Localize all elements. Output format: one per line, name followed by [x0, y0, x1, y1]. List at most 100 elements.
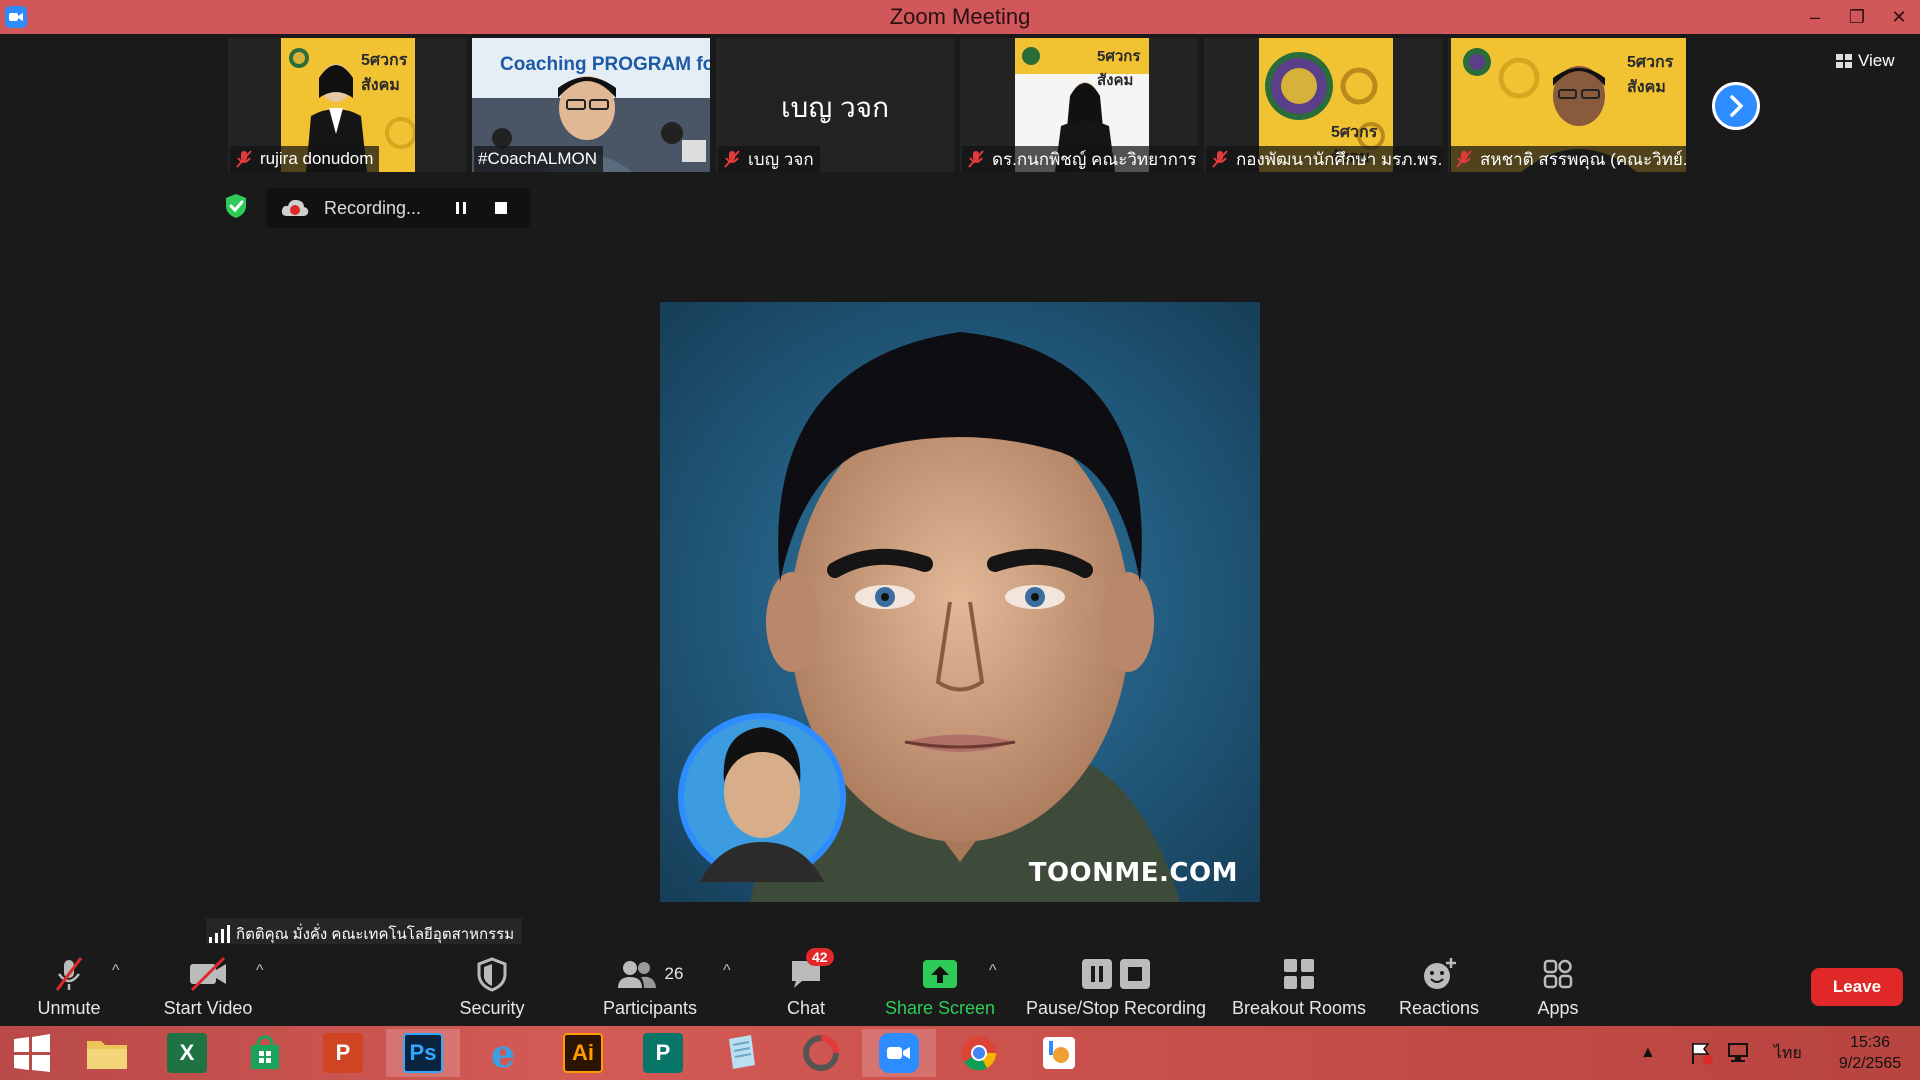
- taskbar-publisher[interactable]: P: [626, 1029, 700, 1077]
- chevron-right-icon: [1730, 95, 1744, 117]
- taskbar-chrome[interactable]: [942, 1029, 1016, 1077]
- video-options-caret[interactable]: ^: [256, 962, 264, 980]
- participant-name: เบญ วจก: [748, 149, 814, 169]
- participant-name: #CoachALMON: [478, 149, 598, 168]
- windows-logo-icon: [14, 1034, 50, 1072]
- chat-button[interactable]: 42 Chat: [731, 948, 881, 1019]
- participant-tile-ben[interactable]: เบญ วจก เบญ วจก: [716, 38, 954, 172]
- participants-label: Participants: [602, 998, 698, 1018]
- breakout-rooms-label: Breakout Rooms: [1231, 998, 1367, 1018]
- muted-mic-icon: [968, 150, 984, 168]
- start-video-label: Start Video: [163, 998, 253, 1018]
- apps-icon: [1543, 959, 1573, 989]
- signal-bars-icon: [209, 925, 230, 943]
- poster-text: Coaching PROGRAM for: [500, 54, 710, 75]
- close-button[interactable]: ✕: [1878, 0, 1920, 34]
- stop-recording-button[interactable]: [486, 193, 516, 223]
- system-tray: ▲ ไทย: [1640, 1026, 1802, 1080]
- internet-explorer-icon: e: [490, 1030, 516, 1076]
- zoom-icon: [879, 1033, 919, 1073]
- title-bar: Zoom Meeting – ❐ ✕: [0, 0, 1920, 34]
- window-title: Zoom Meeting: [889, 4, 1031, 29]
- share-options-caret[interactable]: ^: [989, 962, 997, 980]
- participant-tile-coachalmon[interactable]: Coaching PROGRAM for #CoachALMON: [472, 38, 710, 172]
- illustrator-icon: Ai: [563, 1033, 603, 1073]
- pause-recording-button[interactable]: [446, 193, 476, 223]
- participant-name: rujira donudom: [260, 149, 374, 168]
- action-center-flag-icon[interactable]: [1688, 1040, 1714, 1066]
- participant-tile-student-affairs[interactable]: 5ศวกร สังคม กองพัฒนานักศึกษา มรภ.พร...: [1204, 38, 1442, 172]
- participant-name: กองพัฒนานักศึกษา มรภ.พร...: [1236, 149, 1442, 169]
- muted-mic-icon: [724, 150, 740, 168]
- taskbar-powerpoint[interactable]: P: [306, 1029, 380, 1077]
- taskbar-notepad[interactable]: [704, 1029, 778, 1077]
- participant-name-bar: เบญ วจก: [718, 146, 820, 172]
- video-off-icon: [190, 956, 226, 992]
- security-button[interactable]: Security: [417, 954, 567, 1019]
- taskbar-internet-explorer[interactable]: e: [466, 1029, 540, 1077]
- taskbar-file-explorer[interactable]: [70, 1029, 144, 1077]
- notepad-icon: [729, 1035, 755, 1069]
- muted-mic-icon: [1212, 150, 1228, 168]
- excel-icon: X: [167, 1033, 207, 1073]
- recording-indicator: Recording...: [266, 188, 530, 228]
- folder-icon: [87, 1041, 127, 1069]
- reactions-label: Reactions: [1398, 998, 1480, 1018]
- poster-text: 5ศวกร สังคม: [1097, 48, 1141, 89]
- view-button[interactable]: View: [1826, 46, 1905, 76]
- breakout-rooms-button[interactable]: Breakout Rooms: [1224, 954, 1374, 1019]
- taskbar-photoscape[interactable]: [784, 1029, 858, 1077]
- muted-mic-icon: [55, 957, 83, 991]
- pause-stop-icon: [1082, 959, 1150, 989]
- participant-tile-kanokpitch[interactable]: 5ศวกร สังคม ดร.กนกพิชญ์ คณะวิทยาการ...: [960, 38, 1198, 172]
- photoscape-icon: [803, 1035, 839, 1071]
- show-hidden-icons-caret[interactable]: ▲: [1640, 1044, 1656, 1062]
- participants-count: 26: [664, 964, 684, 983]
- taskbar-zoom[interactable]: [862, 1029, 936, 1077]
- powerpoint-icon: P: [323, 1033, 363, 1073]
- muted-mic-icon: [1456, 150, 1472, 168]
- network-icon[interactable]: [1726, 1040, 1752, 1066]
- muted-mic-icon: [236, 150, 252, 168]
- taskbar-paint[interactable]: [1022, 1029, 1096, 1077]
- clock-time: 15:36: [1849, 1034, 1891, 1051]
- encryption-shield-icon[interactable]: [222, 192, 250, 220]
- participant-tile-rujira[interactable]: 5ศวกร สังคม rujira donudom: [228, 38, 466, 172]
- participants-options-caret[interactable]: ^: [723, 962, 731, 980]
- pause-icon: [456, 202, 466, 214]
- participant-name: สหชาติ สรรพคุณ (คณะวิทย์...: [1480, 149, 1686, 169]
- next-page-button[interactable]: [1712, 82, 1760, 130]
- audio-options-caret[interactable]: ^: [112, 962, 120, 980]
- grid-view-icon: [1836, 54, 1852, 68]
- participant-name-bar: กองพัฒนานักศึกษา มรภ.พร...: [1206, 146, 1442, 172]
- participant-name-bar: สหชาติ สรรพคุณ (คณะวิทย์...: [1450, 146, 1686, 172]
- cartoon-portrait: [660, 302, 1260, 902]
- taskbar-illustrator[interactable]: Ai: [546, 1029, 620, 1077]
- share-screen-icon: [923, 960, 957, 988]
- taskbar-excel[interactable]: X: [150, 1029, 224, 1077]
- taskbar-store[interactable]: [228, 1029, 302, 1077]
- taskbar-clock[interactable]: 15:36 9/2/2565: [1820, 1032, 1920, 1074]
- start-button[interactable]: [0, 1029, 64, 1077]
- apps-button[interactable]: Apps: [1483, 954, 1633, 1019]
- meeting-area: 5ศวกร สังคม rujira donudom Coaching PROG…: [0, 34, 1920, 1026]
- pause-stop-recording-button[interactable]: Pause/Stop Recording: [1026, 954, 1206, 1019]
- participant-tile-sahachat[interactable]: 5ศวกร สังคม สหชาติ สรรพคุณ (คณะวิทย์...: [1448, 38, 1686, 172]
- photoshop-icon: Ps: [403, 1033, 443, 1073]
- stop-icon: [495, 202, 507, 214]
- unmute-button[interactable]: Unmute: [0, 954, 144, 1019]
- minimize-button[interactable]: –: [1794, 0, 1836, 34]
- participant-name: ดร.กนกพิชญ์ คณะวิทยาการ...: [992, 149, 1198, 169]
- taskbar-photoshop[interactable]: Ps: [386, 1029, 460, 1077]
- publisher-icon: P: [643, 1033, 683, 1073]
- restore-button[interactable]: ❐: [1836, 0, 1878, 34]
- meeting-toolbar: Unmute ^ Start Video ^ Security 26 Parti…: [0, 944, 1920, 1026]
- zoom-app-icon: [5, 6, 27, 28]
- chrome-icon: [962, 1036, 996, 1071]
- participants-button[interactable]: 26 Participants: [575, 954, 725, 1019]
- input-language-indicator[interactable]: ไทย: [1774, 1041, 1802, 1066]
- participant-display-name: เบญ วจก: [780, 92, 890, 123]
- unmute-label: Unmute: [37, 998, 101, 1018]
- leave-button[interactable]: Leave: [1811, 968, 1903, 1006]
- active-speaker-name: กิตติคุณ มั่งคั่ง คณะเทคโนโลยีอุตสาหกรรม: [236, 926, 515, 943]
